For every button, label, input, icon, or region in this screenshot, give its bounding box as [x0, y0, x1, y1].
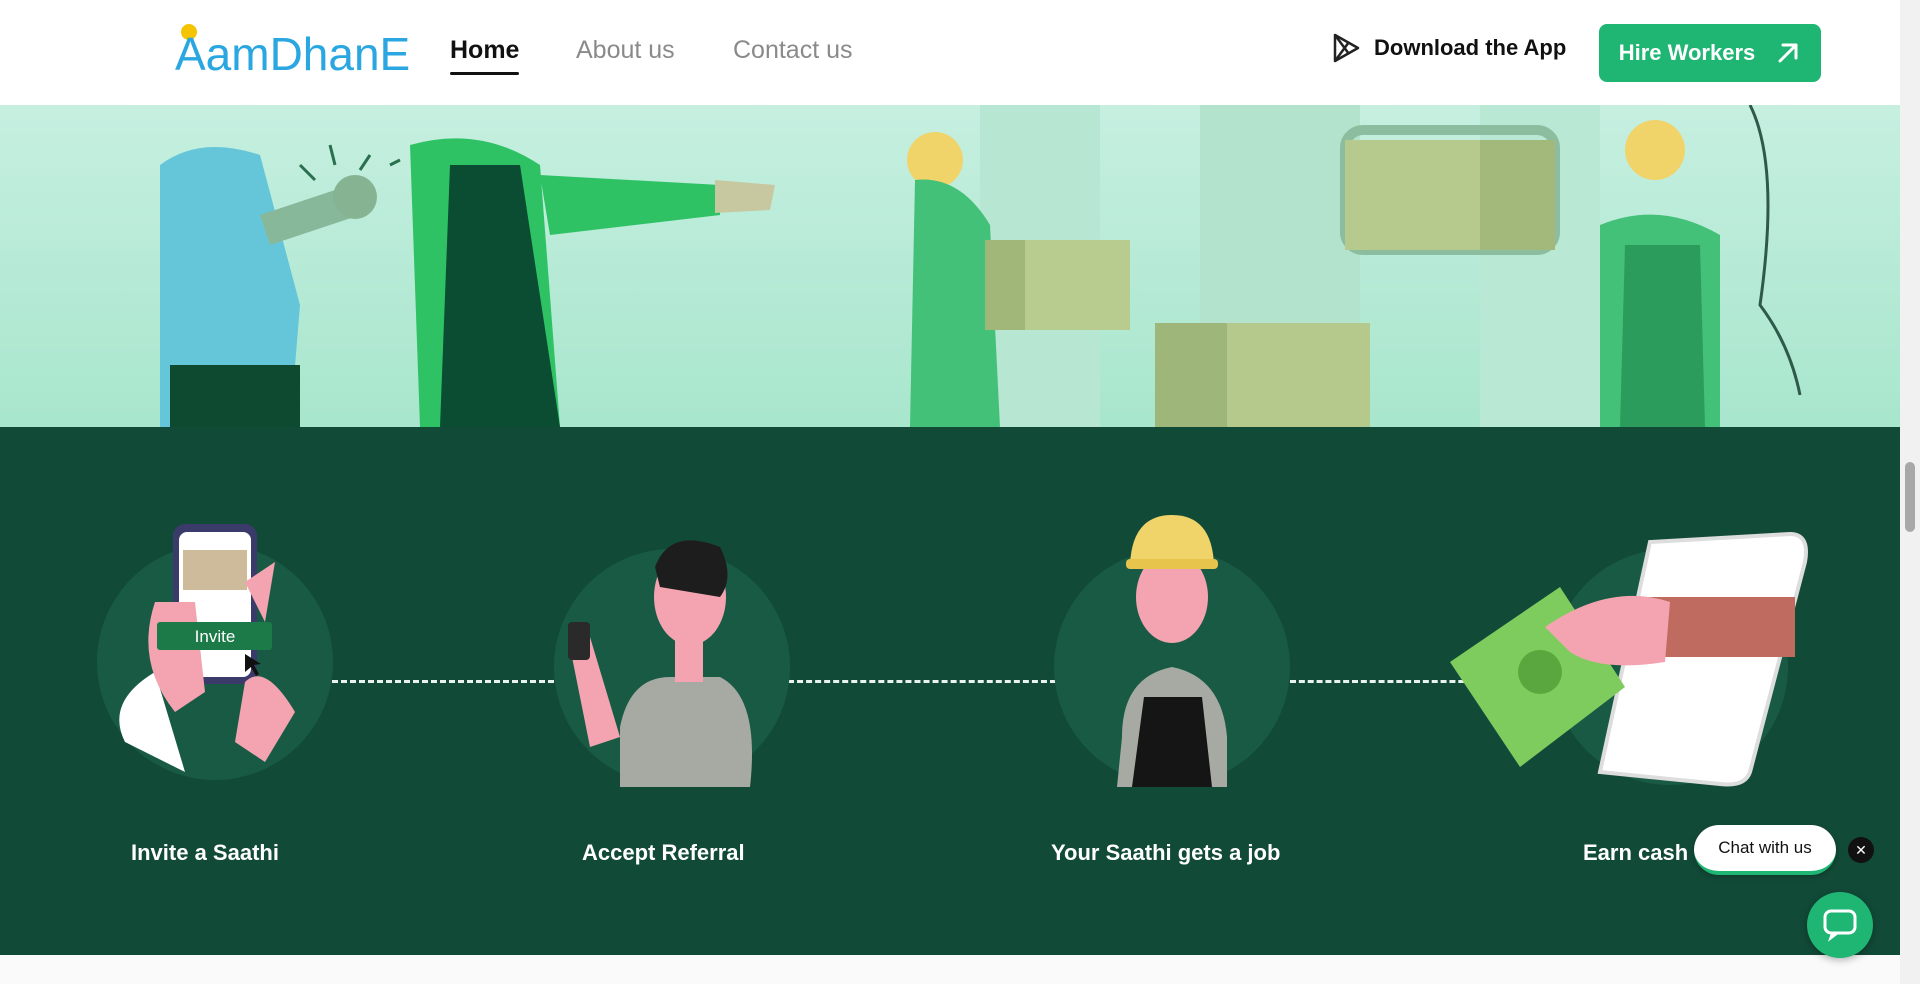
nav-about-us[interactable]: About us	[576, 36, 675, 65]
chat-with-us-bubble[interactable]: Chat with us	[1694, 825, 1836, 875]
page-scrollbar[interactable]	[1900, 0, 1920, 984]
chat-launcher-button[interactable]	[1807, 892, 1873, 958]
hire-workers-label: Hire Workers	[1618, 40, 1756, 65]
arrow-up-right-icon	[1778, 43, 1798, 63]
step-label-invite: Invite a Saathi	[131, 840, 279, 865]
hire-workers-button[interactable]: Hire Workers	[1599, 24, 1821, 82]
hero-illustration	[0, 105, 1900, 427]
step-label-cash: Earn cash	[1583, 840, 1689, 865]
play-store-icon	[1333, 33, 1360, 63]
workers-handshake-illustration	[160, 105, 1802, 427]
step-job-illustration	[1054, 515, 1290, 787]
download-app-label: Download the App	[1374, 35, 1567, 60]
step-connector	[788, 680, 1056, 683]
chat-icon	[1823, 909, 1857, 942]
next-section-edge	[0, 955, 1900, 984]
svg-text:Invite: Invite	[195, 627, 236, 646]
nav-home[interactable]: Home	[450, 36, 520, 75]
aamdhane-logo[interactable]: AamDhanE	[175, 22, 425, 78]
referral-steps-section: Invite Invite a Saathi Accept Referral Y…	[0, 427, 1900, 955]
step-accept-illustration	[554, 540, 790, 787]
step-label-accept: Accept Referral	[582, 840, 745, 865]
chat-bubble-label: Chat with us	[1718, 838, 1812, 857]
close-icon[interactable]: ✕	[1848, 837, 1874, 863]
top-navbar: AamDhanE Home About us Contact us Downlo…	[0, 0, 1900, 105]
step-label-job: Your Saathi gets a job	[1051, 840, 1281, 865]
step-cash-illustration	[1450, 531, 1808, 787]
svg-text:AamDhanE: AamDhanE	[175, 28, 410, 78]
step-invite-illustration: Invite	[97, 524, 333, 780]
nav-contact-us[interactable]: Contact us	[733, 36, 853, 65]
step-connector	[332, 680, 554, 683]
download-app-link[interactable]: Download the App	[1330, 32, 1566, 64]
scrollbar-thumb[interactable]	[1905, 462, 1915, 532]
page: AamDhanE Home About us Contact us Downlo…	[0, 0, 1900, 984]
